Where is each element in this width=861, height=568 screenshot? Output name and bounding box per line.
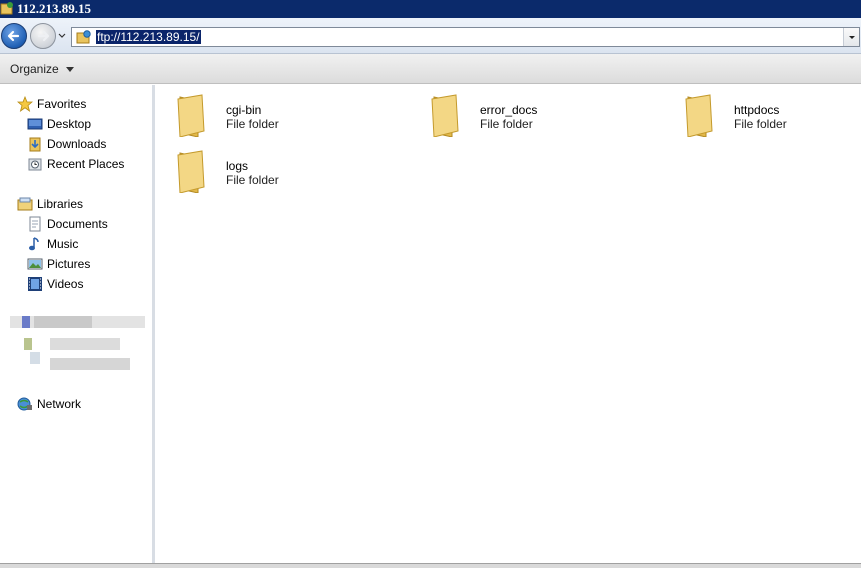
arrow-left-icon bbox=[7, 30, 20, 42]
sidebar-item-label: Videos bbox=[47, 277, 84, 291]
folder-name: error_docs bbox=[480, 103, 538, 117]
sidebar-item-label: Recent Places bbox=[47, 157, 125, 171]
sidebar-item-label: Downloads bbox=[47, 137, 107, 151]
folder-type: File folder bbox=[480, 117, 533, 131]
sidebar-item-label: Favorites bbox=[37, 97, 87, 111]
folder-name: httpdocs bbox=[734, 103, 780, 117]
music-icon bbox=[29, 237, 39, 251]
navigation-bar: ftp://112.213.89.15/ bbox=[0, 18, 861, 54]
file-list: cgi-bin File folder error_docs File fold… bbox=[158, 85, 861, 563]
folder-type: File folder bbox=[226, 173, 279, 187]
documents-icon bbox=[29, 216, 41, 232]
address-bar[interactable]: ftp://112.213.89.15/ bbox=[71, 27, 860, 47]
desktop-icon bbox=[27, 118, 43, 130]
arrow-right-icon bbox=[37, 30, 50, 42]
organize-button[interactable]: Organize bbox=[4, 60, 80, 78]
address-text[interactable]: ftp://112.213.89.15/ bbox=[96, 30, 201, 44]
sidebar-item-label: Network bbox=[37, 397, 82, 411]
folder-icon bbox=[685, 94, 713, 137]
folder-type: File folder bbox=[734, 117, 787, 131]
libraries-icon bbox=[17, 197, 33, 211]
sidebar-item-label: Libraries bbox=[37, 197, 84, 211]
network-icon bbox=[17, 397, 32, 411]
folder-icon bbox=[431, 94, 459, 137]
back-button[interactable] bbox=[1, 23, 27, 49]
address-dropdown-button[interactable] bbox=[843, 28, 859, 46]
status-bar bbox=[0, 563, 861, 568]
chevron-down-icon bbox=[849, 36, 855, 39]
ftp-folder-icon bbox=[0, 2, 13, 15]
folder-tile-error-docs[interactable]: error_docs File folder bbox=[412, 85, 652, 137]
videos-icon bbox=[28, 277, 42, 291]
folder-tile-cgi-bin[interactable]: cgi-bin File folder bbox=[158, 85, 398, 137]
folder-icon bbox=[177, 94, 205, 137]
title-bar: 112.213.89.15 bbox=[0, 0, 861, 18]
recent-places-icon bbox=[28, 158, 42, 171]
star-icon bbox=[17, 96, 33, 112]
caret-down-icon bbox=[65, 67, 74, 73]
downloads-icon bbox=[29, 137, 41, 152]
folder-type: File folder bbox=[226, 117, 279, 131]
sidebar-item-label: Desktop bbox=[47, 117, 92, 131]
sidebar-item-label: Pictures bbox=[47, 257, 91, 271]
folder-name: cgi-bin bbox=[226, 103, 262, 117]
forward-button[interactable] bbox=[30, 23, 56, 49]
sidebar-item-label: Music bbox=[47, 237, 79, 251]
organize-label: Organize bbox=[10, 62, 59, 76]
redacted-sidebar-section bbox=[10, 308, 145, 376]
command-bar: Organize bbox=[0, 54, 861, 84]
recent-pages-dropdown-icon[interactable] bbox=[57, 31, 67, 41]
navigation-pane: Favorites Desktop Downloads Recent Place… bbox=[0, 85, 155, 563]
ftp-location-icon bbox=[76, 30, 91, 44]
pictures-icon bbox=[27, 258, 43, 270]
folder-name: logs bbox=[226, 159, 249, 173]
sidebar-item-label: Documents bbox=[47, 217, 108, 231]
folder-icon bbox=[177, 150, 205, 193]
window-title: 112.213.89.15 bbox=[17, 1, 92, 16]
folder-tile-logs[interactable]: logs File folder bbox=[158, 141, 398, 193]
folder-tile-httpdocs[interactable]: httpdocs File folder bbox=[666, 85, 861, 137]
